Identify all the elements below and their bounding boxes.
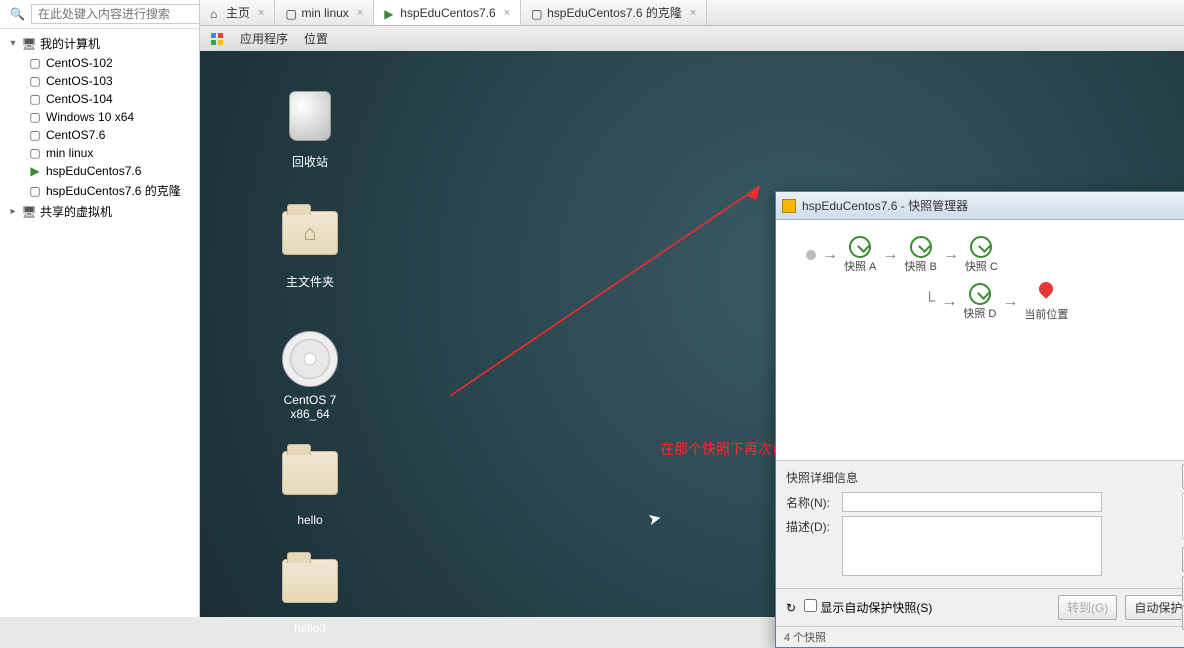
name-label: 名称(N): bbox=[786, 492, 836, 511]
close-icon[interactable]: × bbox=[357, 7, 363, 19]
desktop-folder-hello[interactable]: hello bbox=[270, 451, 350, 527]
close-icon[interactable]: × bbox=[504, 7, 510, 19]
show-autoprotect-checkbox[interactable]: 显示自动保护快照(S) bbox=[804, 599, 932, 616]
tree-root-shared[interactable]: ▸🖥共享的虚拟机 bbox=[0, 201, 199, 222]
search-icon: 🔍 bbox=[4, 7, 31, 21]
refresh-icon[interactable]: ↻ bbox=[786, 601, 796, 615]
content-area: ⌂主页× ▢min linux× ▶hspEduCentos7.6× ▢hspE… bbox=[200, 0, 1184, 617]
tree-vm-centos104[interactable]: ▢CentOS-104 bbox=[0, 90, 199, 108]
sidebar: × 🔍 ▾ ▾🖥我的计算机 ▢CentOS-102 ▢CentOS-103 ▢C… bbox=[0, 0, 200, 617]
tree-vm-centos103[interactable]: ▢CentOS-103 bbox=[0, 72, 199, 90]
desktop-home[interactable]: 主文件夹 bbox=[270, 211, 350, 290]
arrow-icon: → bbox=[943, 246, 959, 264]
arrow-icon: → bbox=[882, 246, 898, 264]
arrow-icon: → bbox=[941, 293, 957, 311]
details-heading: 快照详细信息 bbox=[786, 469, 1184, 486]
desktop-disc[interactable]: CentOS 7 x86_64 bbox=[270, 331, 350, 421]
guest-desktop[interactable]: 回收站 主文件夹 CentOS 7 x86_64 hello hello3 ➤ bbox=[200, 51, 1184, 617]
goto-button[interactable]: 转到(G) bbox=[1058, 595, 1117, 620]
menu-apps[interactable]: 应用程序 bbox=[240, 30, 288, 47]
desktop-label: CentOS 7 x86_64 bbox=[270, 393, 350, 421]
arrow-icon: → bbox=[1002, 293, 1018, 311]
snapshot-desc-input[interactable] bbox=[842, 516, 1102, 576]
guest-menubar: 应用程序 位置 bbox=[200, 26, 1184, 51]
branch-icon: └ bbox=[924, 293, 935, 311]
tab-minlinux[interactable]: ▢min linux× bbox=[275, 0, 374, 25]
dialog-footer: ↻ 显示自动保护快照(S) 转到(G) 自动保护(A)... 关闭(C) 帮助 bbox=[776, 588, 1184, 626]
tree-vm-hspedu-clone[interactable]: ▢hspEduCentos7.6 的克隆 bbox=[0, 180, 199, 201]
window-icon bbox=[782, 199, 796, 213]
desktop-label: 回收站 bbox=[270, 153, 350, 170]
desktop-label: hello3 bbox=[270, 621, 350, 635]
snapshot-current-location[interactable]: 当前位置 bbox=[1024, 282, 1068, 322]
desktop-folder-hello3[interactable]: hello3 bbox=[270, 559, 350, 635]
window-titlebar[interactable]: hspEduCentos7.6 - 快照管理器 ✕ bbox=[776, 192, 1184, 220]
search-bar: × 🔍 ▾ bbox=[0, 0, 199, 29]
menu-places[interactable]: 位置 bbox=[304, 30, 328, 47]
snapshot-node-b[interactable]: 快照 B bbox=[904, 236, 936, 274]
snapshot-node-a[interactable]: 快照 A bbox=[844, 236, 876, 274]
tree-vm-hspedu[interactable]: ▶hspEduCentos7.6 bbox=[0, 162, 199, 180]
snapshot-tree-area[interactable]: → 快照 A → 快照 B → 快照 C └ → 快照 D → 当前位置 bbox=[776, 220, 1184, 460]
tree-vm-centos102[interactable]: ▢CentOS-102 bbox=[0, 54, 199, 72]
desc-label: 描述(D): bbox=[786, 516, 836, 535]
tab-home[interactable]: ⌂主页× bbox=[200, 0, 275, 25]
snapshot-root-icon bbox=[806, 250, 816, 260]
snapshot-details: 快照详细信息 名称(N): 描述(D): 拍摄快照(T)... 没有可用的屏幕截… bbox=[776, 460, 1184, 588]
annotation-line bbox=[450, 186, 770, 396]
sidebar-close-icon[interactable]: × bbox=[185, 0, 193, 4]
desktop-label: 主文件夹 bbox=[270, 273, 350, 290]
tree-vm-win10[interactable]: ▢Windows 10 x64 bbox=[0, 108, 199, 126]
apps-icon bbox=[210, 32, 224, 46]
search-input[interactable] bbox=[31, 4, 200, 24]
tab-hspedu-clone[interactable]: ▢hspEduCentos7.6 的克隆× bbox=[521, 0, 707, 25]
tree-vm-centos76[interactable]: ▢CentOS7.6 bbox=[0, 126, 199, 144]
snapshot-manager-window: hspEduCentos7.6 - 快照管理器 ✕ → 快照 A → 快照 B … bbox=[775, 191, 1184, 648]
snapshot-node-c[interactable]: 快照 C bbox=[965, 236, 998, 274]
cursor-icon: ➤ bbox=[646, 508, 663, 530]
tab-hspedu[interactable]: ▶hspEduCentos7.6× bbox=[374, 0, 521, 25]
tree-vm-minlinux[interactable]: ▢min linux bbox=[0, 144, 199, 162]
tab-bar: ⌂主页× ▢min linux× ▶hspEduCentos7.6× ▢hspE… bbox=[200, 0, 1184, 26]
autoprotect-button[interactable]: 自动保护(A)... bbox=[1125, 595, 1184, 620]
window-title: hspEduCentos7.6 - 快照管理器 bbox=[802, 197, 1184, 214]
close-icon[interactable]: × bbox=[258, 7, 264, 19]
close-icon[interactable]: × bbox=[690, 7, 696, 19]
vm-tree: ▾🖥我的计算机 ▢CentOS-102 ▢CentOS-103 ▢CentOS-… bbox=[0, 29, 199, 226]
tree-root-mycomputer[interactable]: ▾🖥我的计算机 bbox=[0, 33, 199, 54]
desktop-label: hello bbox=[270, 513, 350, 527]
status-bar: 4 个快照 bbox=[776, 626, 1184, 647]
arrow-icon: → bbox=[822, 246, 838, 264]
snapshot-node-d[interactable]: 快照 D bbox=[963, 283, 996, 321]
desktop-trash[interactable]: 回收站 bbox=[270, 91, 350, 170]
snapshot-name-input[interactable] bbox=[842, 492, 1102, 512]
